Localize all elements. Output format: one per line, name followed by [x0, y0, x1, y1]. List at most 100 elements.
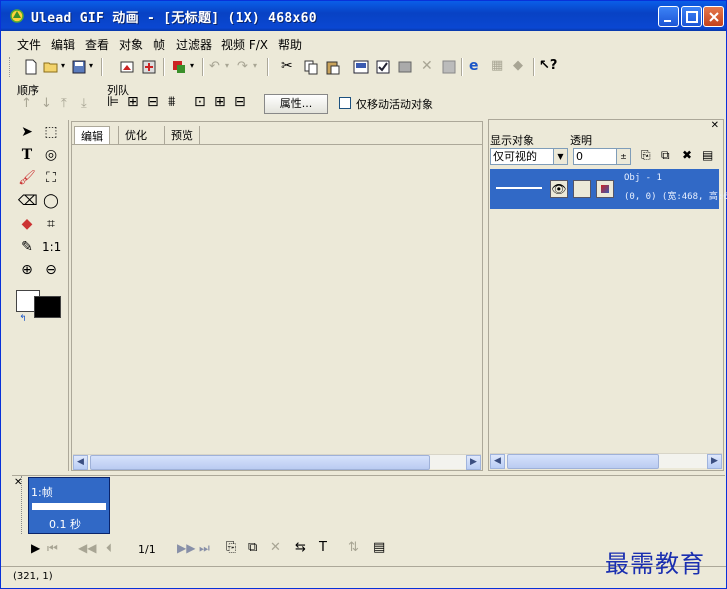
menu-frame[interactable]: 帧 — [153, 36, 165, 53]
duplicate-frame-icon[interactable]: ⧉ — [248, 540, 257, 555]
obj-scroll-right-button[interactable]: ▶ — [707, 454, 722, 469]
delete-frame-icon[interactable]: ✕ — [270, 540, 281, 555]
add-frame-icon[interactable] — [141, 59, 157, 75]
minimize-button[interactable] — [658, 6, 679, 27]
bring-to-front-icon[interactable]: ⤒ — [61, 96, 67, 111]
title-bar[interactable]: Ulead GIF 动画 - [无标题] (1X) 468x60 — [1, 1, 726, 31]
text-tool-icon[interactable]: T — [18, 146, 36, 164]
show-objects-select[interactable]: 仅可视的 ▼ — [490, 148, 568, 165]
send-to-back-icon[interactable]: ⤓ — [81, 96, 87, 111]
color-dropdown-icon[interactable]: ▾ — [190, 61, 194, 70]
context-help-icon[interactable]: ↖? — [539, 58, 557, 73]
object-properties-icon[interactable]: ▤ — [702, 148, 713, 162]
first-frame-icon[interactable]: ⏮ — [47, 541, 58, 556]
video-icon[interactable]: ▦ — [491, 58, 503, 73]
preview-browser-icon[interactable] — [441, 59, 457, 75]
opacity-spinner-icon[interactable]: ± — [616, 149, 630, 164]
paste-icon[interactable] — [325, 59, 341, 75]
play-icon[interactable]: ▶ — [31, 541, 40, 555]
lasso-tool-icon[interactable]: ◎ — [42, 146, 60, 164]
background-color-icon[interactable] — [171, 59, 187, 75]
eyedropper-tool-icon[interactable]: ✎ — [18, 238, 36, 256]
frame-properties-icon[interactable] — [353, 59, 369, 75]
align-center-icon[interactable]: ⊞ — [127, 94, 139, 110]
align-middle-icon[interactable]: ⊞ — [214, 94, 226, 110]
add-image-icon[interactable] — [119, 59, 135, 75]
banner-text-icon[interactable] — [397, 59, 413, 75]
chevron-down-icon[interactable]: ▼ — [553, 149, 567, 164]
undo-dropdown-icon[interactable]: ▾ — [225, 61, 229, 70]
foreground-color-swatch[interactable] — [34, 296, 61, 318]
align-top-icon[interactable]: ⊡ — [194, 94, 206, 110]
save-icon[interactable] — [71, 59, 87, 75]
open-dropdown-icon[interactable]: ▾ — [61, 61, 65, 70]
object-horizontal-scrollbar[interactable]: ◀ ▶ — [490, 453, 722, 469]
plugin-icon[interactable]: ◆ — [513, 58, 523, 73]
magic-wand-tool-icon[interactable]: ⛶ — [42, 169, 60, 187]
internet-explorer-icon[interactable]: e — [469, 58, 479, 74]
opacity-input[interactable]: 0 ± — [573, 148, 631, 165]
tween-icon[interactable]: ⇆ — [295, 540, 306, 555]
only-move-active-checkbox[interactable] — [339, 97, 351, 109]
bring-forward-icon[interactable]: ↑ — [21, 96, 32, 111]
redo-dropdown-icon[interactable]: ▾ — [253, 61, 257, 70]
add-frame-bottom-icon[interactable]: ⎘ — [226, 540, 236, 555]
maximize-button[interactable] — [681, 6, 702, 27]
last-frame-icon[interactable]: ⏭ — [199, 541, 210, 556]
menu-view[interactable]: 查看 — [85, 36, 109, 53]
delete-object-panel-icon[interactable]: ✖ — [682, 148, 692, 162]
copy-icon[interactable] — [303, 59, 319, 75]
reverse-frames-icon[interactable]: ⇅ — [348, 540, 359, 555]
menu-help[interactable]: 帮助 — [278, 36, 302, 53]
paintbrush-tool-icon[interactable]: 🖌 — [18, 169, 36, 187]
align-left-icon[interactable]: ⊫ — [107, 94, 119, 110]
zoom-in-icon[interactable]: ⊕ — [18, 261, 36, 279]
ellipse-select-icon[interactable]: ◯ — [42, 192, 60, 210]
frame-properties-bottom-icon[interactable]: ▤ — [373, 540, 385, 555]
align-bottom-icon[interactable]: ⊟ — [234, 94, 246, 110]
marquee-tool-icon[interactable]: ⬚ — [42, 123, 60, 141]
tab-edit[interactable]: 编辑 — [74, 126, 110, 144]
actual-size-icon[interactable]: 1:1 — [42, 238, 61, 256]
text-animation-icon[interactable]: T — [319, 540, 327, 555]
pointer-tool-icon[interactable]: ➤ — [18, 123, 36, 141]
tab-preview[interactable]: 预览 — [164, 126, 200, 144]
toolbar-grip[interactable] — [9, 57, 12, 77]
duplicate-object-icon[interactable]: ⧉ — [661, 148, 670, 163]
scroll-right-button[interactable]: ▶ — [466, 455, 481, 470]
step-back-icon[interactable]: ⏴ — [106, 541, 112, 556]
cut-icon[interactable]: ✂ — [281, 58, 293, 74]
eye-visibility-icon[interactable]: 👁 — [550, 180, 568, 198]
menu-edit[interactable]: 编辑 — [51, 36, 75, 53]
new-file-icon[interactable] — [23, 59, 39, 75]
object-list-item[interactable]: 👁 Obj - 1 (0, 0) (宽:468, 高:6 — [490, 169, 727, 209]
open-folder-icon[interactable] — [43, 59, 59, 75]
panel-close-icon[interactable]: ✕ — [711, 120, 719, 131]
obj-scroll-left-button[interactable]: ◀ — [490, 454, 505, 469]
distribute-icon[interactable]: ⩩ — [168, 94, 175, 110]
send-backward-icon[interactable]: ↓ — [41, 96, 52, 111]
crop-tool-icon[interactable]: ⌗ — [42, 215, 60, 233]
menu-file[interactable]: 文件 — [17, 36, 41, 53]
new-object-icon[interactable]: ⎘ — [641, 148, 651, 163]
tab-optimize[interactable]: 优化 — [118, 126, 153, 144]
next-frame-icon[interactable]: ▶▶ — [177, 541, 195, 555]
redo-icon[interactable]: ↷ — [237, 59, 248, 74]
fill-tool-icon[interactable]: ◆ — [18, 215, 36, 233]
menu-filter[interactable]: 过滤器 — [176, 36, 212, 53]
previous-frame-icon[interactable]: ◀◀ — [78, 541, 96, 555]
canvas-horizontal-scrollbar[interactable]: ◀ ▶ — [73, 454, 481, 470]
properties-button[interactable]: 属性... — [264, 94, 328, 114]
menu-object[interactable]: 对象 — [119, 36, 143, 53]
optimize-wizard-icon[interactable] — [375, 59, 391, 75]
obj-scroll-thumb[interactable] — [507, 454, 659, 469]
delete-object-icon[interactable]: ✕ — [421, 58, 433, 74]
save-dropdown-icon[interactable]: ▾ — [89, 61, 93, 70]
swap-colors-icon[interactable]: ↰ — [14, 310, 32, 328]
close-button[interactable] — [703, 6, 724, 27]
zoom-out-icon[interactable]: ⊖ — [42, 261, 60, 279]
menu-video-fx[interactable]: 视频 F/X — [221, 36, 268, 53]
eraser-tool-icon[interactable]: ⌫ — [18, 192, 38, 210]
scroll-thumb[interactable] — [90, 455, 430, 470]
scroll-left-button[interactable]: ◀ — [73, 455, 88, 470]
